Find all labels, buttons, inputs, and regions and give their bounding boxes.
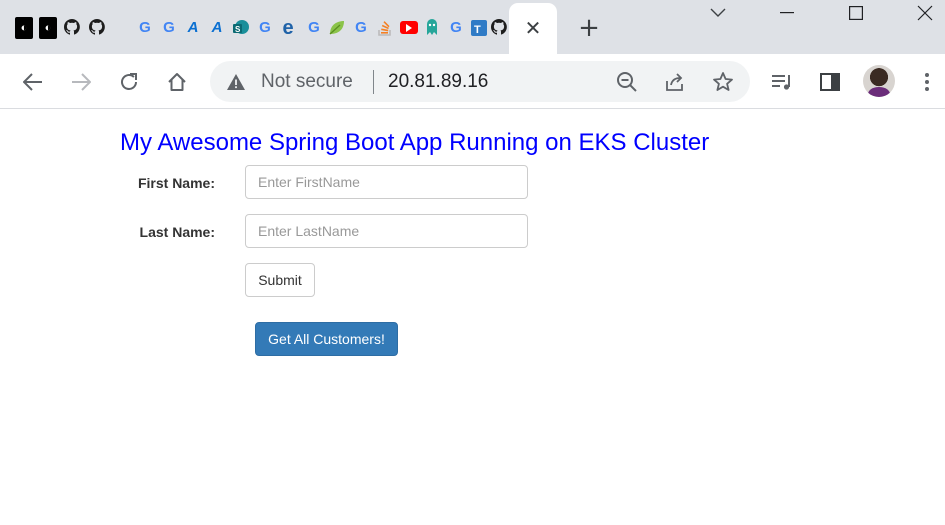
first-name-label: First Name: <box>137 175 215 191</box>
tab-strip: ◐ ◐ G G A A S G e G G G T ✕ + <box>0 0 945 54</box>
stackoverflow-icon[interactable] <box>376 17 394 39</box>
google-icon[interactable]: G <box>447 17 465 39</box>
teal-icon[interactable] <box>423 17 441 39</box>
minimize-icon[interactable] <box>764 0 810 26</box>
google-icon[interactable]: G <box>352 17 370 39</box>
google-icon[interactable]: G <box>305 17 323 39</box>
youtube-icon[interactable] <box>400 21 418 34</box>
page-content: My Awesome Spring Boot App Running on EK… <box>0 110 945 525</box>
google-icon[interactable]: G <box>136 17 154 39</box>
address-separator <box>373 70 374 94</box>
github-icon[interactable] <box>88 17 106 39</box>
close-tab-icon[interactable]: ✕ <box>521 16 545 40</box>
reload-icon[interactable] <box>113 66 145 98</box>
google-icon[interactable]: G <box>256 17 274 39</box>
bookmark-star-icon[interactable] <box>710 69 736 95</box>
home-icon[interactable] <box>161 66 193 98</box>
menu-kebab-icon[interactable] <box>911 66 943 98</box>
forward-arrow-icon[interactable] <box>65 66 97 98</box>
profile-avatar[interactable] <box>863 65 895 97</box>
github-icon[interactable] <box>490 17 508 39</box>
last-name-label: Last Name: <box>139 224 215 240</box>
side-panel-icon[interactable] <box>814 66 846 98</box>
share-icon[interactable] <box>662 69 688 95</box>
warning-icon[interactable] <box>226 72 246 92</box>
get-all-customers-button[interactable]: Get All Customers! <box>255 322 398 356</box>
new-tab-button[interactable]: + <box>575 13 603 43</box>
dark-square-icon[interactable]: ◐ <box>39 17 57 39</box>
maximize-icon[interactable] <box>833 0 879 26</box>
tr-icon[interactable]: T <box>470 17 488 39</box>
leaf-icon[interactable] <box>328 17 346 39</box>
back-arrow-icon[interactable] <box>17 66 49 98</box>
edge-icon[interactable]: e <box>279 17 297 39</box>
security-status-text[interactable]: Not secure <box>261 71 353 93</box>
url-text[interactable]: 20.81.89.16 <box>388 71 488 93</box>
submit-button[interactable]: Submit <box>245 263 315 297</box>
svg-text:T: T <box>474 24 481 36</box>
zoom-out-icon[interactable] <box>614 69 640 95</box>
page-title: My Awesome Spring Boot App Running on EK… <box>120 129 710 156</box>
google-icon[interactable]: G <box>160 17 178 39</box>
first-name-input[interactable] <box>245 165 528 199</box>
media-control-icon[interactable] <box>766 66 798 98</box>
azure-icon[interactable]: A <box>208 17 226 39</box>
last-name-input[interactable] <box>245 214 528 248</box>
sharepoint-icon[interactable]: S <box>232 17 250 39</box>
window-close-icon[interactable] <box>902 0 945 26</box>
microsoft-icon[interactable] <box>112 19 130 37</box>
github-icon[interactable] <box>63 17 81 39</box>
svg-text:S: S <box>235 25 241 34</box>
dark-square-icon[interactable]: ◐ <box>15 17 33 39</box>
tab-search-chevron-icon[interactable] <box>695 0 741 26</box>
address-bar[interactable]: Not secure 20.81.89.16 <box>210 61 750 102</box>
azure-icon[interactable]: A <box>184 17 202 39</box>
browser-toolbar: Not secure 20.81.89.16 <box>0 54 945 109</box>
